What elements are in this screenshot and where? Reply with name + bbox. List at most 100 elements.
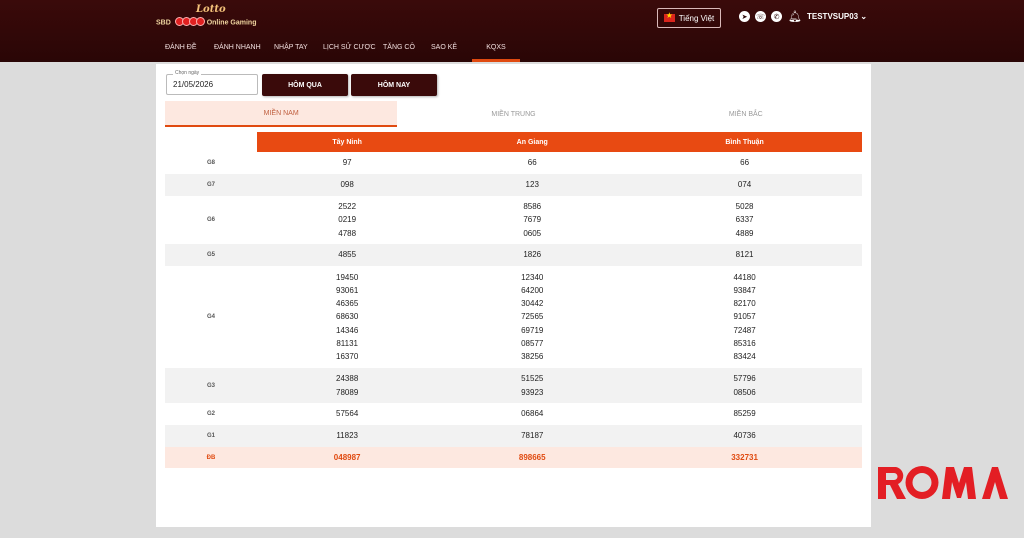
results-panel: Chọn ngày 21/05/2026 HÔM QUA HÔM NAY MIỀ… [156, 64, 871, 527]
result-number: 5028 [735, 202, 754, 212]
results-table: Tây Ninh An Giang Bình Thuận G8 97 66 66 G7 0… [165, 132, 862, 468]
prize-label: G5 [165, 244, 257, 266]
result-number: 7679 [523, 215, 542, 225]
result-number: 0605 [523, 228, 542, 238]
prize-label: G6 [206, 217, 215, 223]
date-label: Chọn ngày [173, 70, 202, 76]
result-number: 14346 [336, 325, 359, 335]
roma-watermark-logo [878, 466, 1008, 499]
result-cell: 123 [437, 174, 628, 196]
table-row: G2 57564 06864 85259 [165, 403, 862, 425]
chevron-down-icon: ⌄ [860, 12, 868, 21]
nav-nhap-tay[interactable]: NHẬP TAY [265, 40, 315, 62]
result-number: 332731 [731, 452, 758, 462]
date-value: 21/05/2026 [173, 80, 214, 89]
top-header: Lotto SBD Online Gaming Tiếng Việt ➤ ☏ ✆… [0, 0, 1024, 62]
result-number: 16370 [336, 351, 359, 361]
result-cell: 332731 [627, 447, 862, 468]
result-number: 123 [525, 180, 539, 190]
telegram-icon[interactable]: ➤ [739, 11, 750, 22]
bell-icon[interactable]: 🔔︎ [788, 10, 802, 23]
result-number: 82170 [733, 299, 756, 309]
prize-label: G7 [165, 174, 257, 196]
user-menu[interactable]: TESTVSUP03 ⌄ [807, 12, 867, 21]
result-cell: 5028 6337 4889 [627, 196, 862, 244]
result-number: 074 [737, 180, 752, 190]
region-tabs: MIỀN NAM MIỀN TRUNG MIỀN BẮC [165, 101, 862, 127]
result-number: 06864 [521, 409, 544, 419]
result-cell: 44180 93847 82170 91057 72487 85316 83424 [627, 266, 862, 368]
table-row: G7 098 123 074 [165, 174, 862, 196]
prize-label: G8 [206, 160, 215, 166]
today-button[interactable]: HÔM NAY [351, 74, 437, 96]
result-number: 51525 [521, 374, 544, 384]
tab-mien-bac[interactable]: MIỀN BẮC [630, 101, 862, 127]
table-row: G4 19450 93061 46365 68630 14346 81131 16370 123… [165, 266, 862, 368]
nav-lich-su-cuoc[interactable]: LỊCH SỬ CƯỢC [315, 40, 376, 62]
table-row: G3 24388 78089 51525 93923 57796 08506 [165, 368, 862, 403]
result-number: 4889 [735, 228, 754, 238]
result-number: 57564 [336, 409, 359, 419]
result-number: 46365 [336, 299, 359, 309]
language-label: Tiếng Việt [678, 13, 715, 23]
result-number: 898665 [518, 452, 546, 462]
result-number: 2522 [338, 202, 357, 212]
result-cell: 098 [257, 174, 438, 196]
prize-label: ĐB [165, 447, 257, 468]
result-cell: 4855 [257, 244, 438, 266]
prize-label: G3 [165, 368, 257, 403]
result-number: 8121 [735, 250, 754, 260]
yesterday-button[interactable]: HÔM QUA [262, 74, 348, 96]
result-cell: 51525 93923 [437, 368, 628, 403]
result-number: 78187 [521, 431, 544, 441]
result-number: 44180 [733, 272, 756, 282]
result-number: 40736 [733, 431, 756, 441]
result-cell: 2522 0219 4788 [257, 196, 437, 244]
whatsapp-icon[interactable]: ✆ [771, 11, 782, 22]
nav-kqxs[interactable]: KQXS [472, 40, 520, 62]
corner-cell [165, 132, 257, 152]
nav-sao-ke[interactable]: SAO KÊ [422, 40, 472, 62]
result-number: 098 [340, 180, 354, 190]
result-number: 64200 [521, 286, 544, 296]
date-picker[interactable]: Chọn ngày 21/05/2026 [166, 70, 258, 95]
result-number: 72487 [733, 325, 756, 335]
prize-label: G2 [206, 411, 215, 417]
result-number: 1826 [523, 250, 542, 260]
result-cell: 048987 [257, 447, 438, 468]
column-header: An Giang [437, 132, 628, 152]
result-number: 6337 [735, 215, 754, 225]
result-number: 38256 [521, 351, 544, 361]
logo-balls-icon [174, 17, 205, 28]
result-number: 12340 [521, 272, 544, 282]
table-row: G1 11823 78187 40736 [165, 425, 862, 447]
result-cell: 19450 93061 46365 68630 14346 81131 16370 [257, 266, 437, 368]
nav-danh-nhanh[interactable]: ĐÁNH NHANH [205, 40, 265, 62]
column-header: Tây Ninh [257, 132, 438, 152]
result-cell: 66 [627, 152, 862, 174]
viber-icon[interactable]: ☏ [755, 11, 766, 22]
result-cell: 8121 [627, 244, 862, 266]
tab-mien-trung[interactable]: MIỀN TRUNG [397, 101, 629, 127]
result-number: 72565 [521, 312, 544, 322]
vietnam-flag-icon [663, 11, 675, 22]
language-selector[interactable]: Tiếng Việt [657, 8, 721, 28]
result-cell: 57564 [257, 403, 437, 425]
table-row: G5 4855 1826 8121 [165, 244, 862, 266]
logo[interactable]: Lotto SBD Online Gaming [156, 4, 268, 32]
nav-tang-co[interactable]: TĂNG CÔ [376, 40, 422, 62]
result-number: 81131 [336, 338, 358, 348]
result-number: 66 [740, 158, 750, 168]
result-number: 93923 [521, 387, 544, 397]
prize-label: G1 [165, 425, 257, 447]
result-number: 93061 [336, 286, 359, 296]
result-cell: 1826 [437, 244, 628, 266]
nav-danh-de[interactable]: ĐÁNH ĐỀ [156, 40, 205, 62]
result-number: 11823 [336, 431, 358, 441]
result-number: 8586 [523, 202, 542, 212]
tab-mien-nam[interactable]: MIỀN NAM [165, 101, 398, 127]
result-number: 83424 [733, 351, 756, 361]
result-cell: 57796 08506 [627, 368, 862, 403]
result-number: 85259 [733, 409, 756, 419]
table-header-row: Tây Ninh An Giang Bình Thuận [165, 132, 862, 152]
